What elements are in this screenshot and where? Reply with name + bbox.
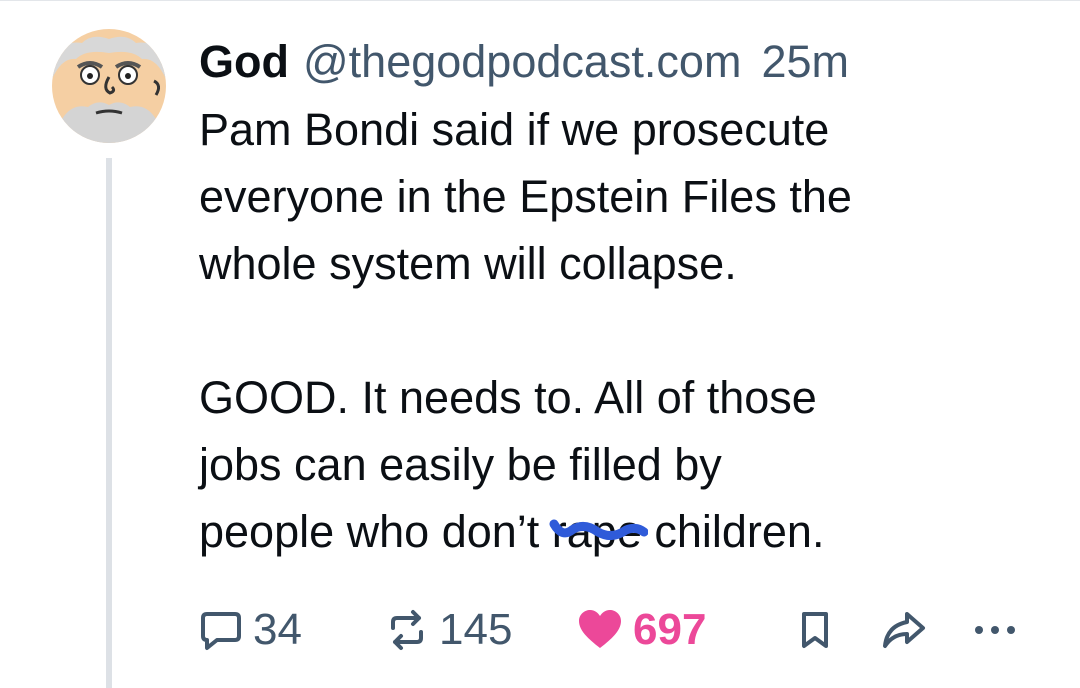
- avatar[interactable]: [52, 29, 166, 143]
- share-icon: [881, 608, 927, 652]
- share-button[interactable]: [881, 598, 927, 662]
- more-options-button[interactable]: [969, 598, 1021, 662]
- display-name[interactable]: God: [199, 30, 289, 94]
- like-count: 697: [633, 605, 707, 654]
- more-icon: [969, 608, 1021, 652]
- post-line: everyone in the Epstein Files the: [199, 171, 852, 222]
- reply-count: 34: [253, 605, 302, 654]
- post: God @thegodpodcast.com 25m Pam Bondi sai…: [199, 30, 1059, 565]
- heart-icon: [577, 608, 623, 652]
- post-line: whole system will collapse.: [199, 238, 737, 289]
- reply-button[interactable]: 34: [199, 598, 302, 662]
- bookmark-button[interactable]: [797, 598, 833, 662]
- action-bar: 34 145 697: [199, 598, 1059, 662]
- top-divider: [0, 0, 1080, 1]
- line-text-after: children.: [641, 506, 825, 557]
- like-button[interactable]: 697: [577, 598, 706, 662]
- scribble-mark: [549, 519, 648, 540]
- scribbled-word: rape: [549, 498, 648, 565]
- handle[interactable]: @thegodpodcast.com: [303, 30, 741, 94]
- repost-button[interactable]: 145: [385, 598, 512, 662]
- repost-icon: [385, 608, 429, 652]
- reply-icon: [199, 608, 243, 652]
- post-paragraph: GOOD. It needs to. All of those jobs can…: [199, 364, 1059, 565]
- timestamp[interactable]: 25m: [761, 30, 849, 94]
- line-text-before: people who don’t: [199, 506, 552, 557]
- thread-line: [106, 158, 112, 688]
- post-line: people who don’t rape children.: [199, 498, 1059, 565]
- post-paragraph: Pam Bondi said if we prosecute everyone …: [199, 96, 1059, 297]
- repost-count: 145: [439, 605, 513, 654]
- post-header: God @thegodpodcast.com 25m: [199, 30, 1059, 94]
- post-line: jobs can easily be filled by: [199, 439, 722, 490]
- post-text: Pam Bondi said if we prosecute everyone …: [199, 96, 1059, 565]
- post-line: Pam Bondi said if we prosecute: [199, 104, 830, 155]
- post-line: GOOD. It needs to. All of those: [199, 372, 817, 423]
- bookmark-icon: [797, 608, 833, 652]
